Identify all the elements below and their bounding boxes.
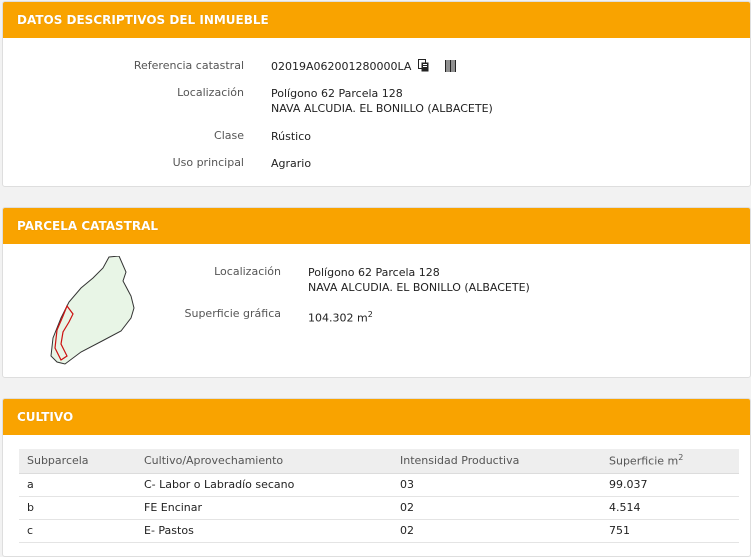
cultivo-panel: CULTIVO Subparcela Cultivo/Aprovechamien… [2, 398, 751, 557]
ref-value: 02019A062001280000LA [271, 60, 412, 73]
cell-cultivo: E- Pastos [136, 519, 392, 543]
clase-value: Rústico [271, 130, 311, 143]
col-superficie-label: Superficie m [609, 455, 679, 469]
cell-subparcela: a [19, 473, 136, 497]
col-intensidad: Intensidad Productiva [392, 449, 601, 474]
table-row: b FE Encinar 02 4.514 [19, 496, 739, 520]
cell-intensidad: 02 [392, 496, 601, 520]
cell-subparcela: c [19, 519, 136, 543]
cell-intensidad: 02 [392, 519, 601, 543]
parcela-loc-label: Localización [214, 265, 281, 278]
cultivo-panel-title: CULTIVO [3, 399, 750, 435]
inmueble-panel-title: DATOS DESCRIPTIVOS DEL INMUEBLE [3, 2, 750, 38]
table-row: a C- Labor o Labradío secano 03 99.037 [19, 473, 739, 497]
loc-label: Localización [177, 86, 244, 99]
superficie-value-wrap: 104.302 m2 [308, 307, 373, 326]
cultivo-table: Subparcela Cultivo/Aprovechamiento Inten… [19, 449, 739, 543]
inmueble-panel: DATOS DESCRIPTIVOS DEL INMUEBLE Referenc… [2, 1, 751, 187]
barcode-icon[interactable] [445, 60, 457, 76]
cell-cultivo: C- Labor o Labradío secano [136, 473, 392, 497]
superficie-label: Superficie gráfica [184, 307, 282, 320]
col-cultivo: Cultivo/Aprovechamiento [136, 449, 392, 474]
cell-superficie: 99.037 [601, 473, 739, 497]
table-header-row: Subparcela Cultivo/Aprovechamiento Inten… [19, 449, 739, 474]
cell-cultivo: FE Encinar [136, 496, 392, 520]
cell-subparcela: b [19, 496, 136, 520]
parcela-panel-title: PARCELA CATASTRAL [3, 208, 750, 244]
copy-icon[interactable] [417, 59, 430, 76]
cell-superficie: 4.514 [601, 496, 739, 520]
cell-intensidad: 03 [392, 473, 601, 497]
parcela-loc-line2: NAVA ALCUDIA. EL BONILLO (ALBACETE) [308, 281, 530, 294]
table-row: c E- Pastos 02 751 [19, 519, 739, 543]
loc-line2: NAVA ALCUDIA. EL BONILLO (ALBACETE) [271, 102, 493, 115]
col-superficie: Superficie m2 [601, 449, 739, 474]
cell-superficie: 751 [601, 519, 739, 543]
col-superficie-exp: 2 [678, 453, 684, 463]
uso-value: Agrario [271, 157, 312, 170]
superficie-value: 104.302 m [308, 311, 368, 325]
ref-label: Referencia catastral [133, 59, 244, 72]
clase-label: Clase [214, 129, 244, 142]
uso-label: Uso principal [172, 156, 244, 169]
superficie-unit-exp: 2 [367, 310, 373, 319]
parcela-loc-value: Polígono 62 Parcela 128 NAVA ALCUDIA. EL… [308, 265, 530, 295]
parcela-loc-line1: Polígono 62 Parcela 128 [308, 266, 440, 279]
loc-value: Polígono 62 Parcela 128 NAVA ALCUDIA. EL… [271, 86, 493, 116]
loc-line1: Polígono 62 Parcela 128 [271, 87, 403, 100]
ref-value-wrap: 02019A062001280000LA [271, 59, 457, 76]
col-subparcela: Subparcela [19, 449, 136, 474]
parcela-panel: PARCELA CATASTRAL Localización Polígono … [2, 207, 751, 378]
